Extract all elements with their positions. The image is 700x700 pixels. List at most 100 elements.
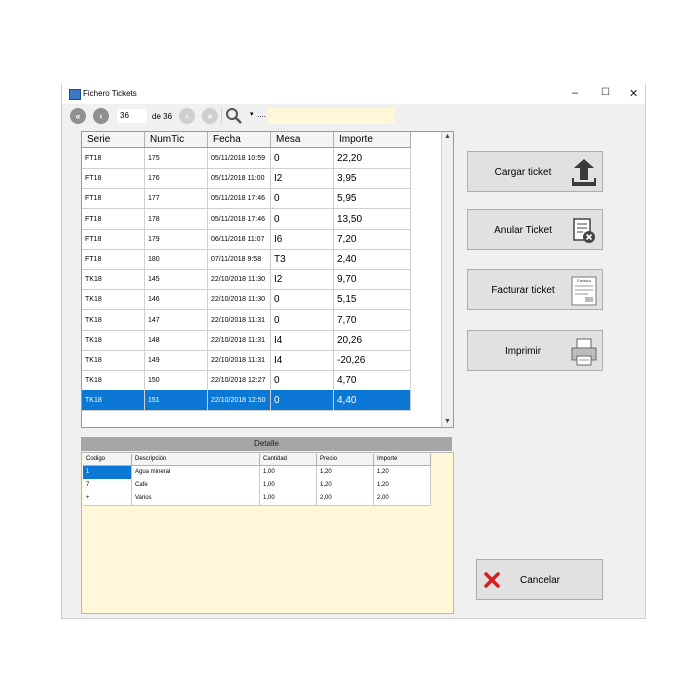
table-row[interactable]: TK18 148 22/10/2018 11:31 I4 20,26 [82, 329, 411, 351]
cell-numtic[interactable]: 147 [145, 309, 208, 330]
table-row[interactable]: FT18 176 05/11/2018 11:00 I2 3,95 [82, 168, 411, 190]
cell-fecha[interactable]: 05/11/2018 11:00 [208, 168, 271, 189]
load-ticket-button[interactable]: Cargar ticket [467, 151, 603, 192]
cell-importe[interactable]: 9,70 [334, 269, 411, 290]
cell-serie[interactable]: TK18 [82, 289, 145, 310]
cell-fecha[interactable]: 22/10/2018 11:30 [208, 269, 271, 290]
detail-cell-descripcion[interactable]: Varios [132, 492, 260, 505]
cell-mesa[interactable]: I4 [271, 350, 334, 370]
cell-importe[interactable]: 4,40 [334, 390, 411, 411]
table-row[interactable]: TK18 150 22/10/2018 12:27 0 4,70 [82, 370, 411, 392]
cell-importe[interactable]: 7,20 [334, 228, 411, 249]
scroll-thumb[interactable] [444, 144, 451, 314]
tickets-grid[interactable]: Serie NumTic Fecha Mesa Importe FT18 175 0… [81, 131, 454, 428]
cell-numtic[interactable]: 149 [145, 350, 208, 370]
scroll-down-icon[interactable]: ▼ [442, 417, 453, 427]
detail-cell-precio[interactable]: 2,00 [317, 492, 374, 505]
cell-mesa[interactable]: I2 [271, 168, 334, 189]
detail-column-precio[interactable]: Precio [317, 454, 374, 465]
cell-serie[interactable]: TK18 [82, 269, 145, 290]
detail-cell-descripcion[interactable]: Agua mineral [132, 466, 260, 479]
cell-importe[interactable]: 7,70 [334, 309, 411, 330]
cell-serie[interactable]: FT18 [82, 249, 145, 269]
detail-cell-precio[interactable]: 1,20 [317, 479, 374, 492]
column-header-importe[interactable]: Importe [334, 132, 411, 147]
cell-serie[interactable]: FT18 [82, 228, 145, 249]
cell-importe[interactable]: 5,95 [334, 188, 411, 209]
next-page-icon[interactable]: › [179, 108, 195, 124]
cell-numtic[interactable]: 175 [145, 148, 208, 168]
cell-fecha[interactable]: 05/11/2018 17:46 [208, 208, 271, 229]
table-row[interactable]: FT18 175 05/11/2018 10:59 0 22,20 [82, 148, 411, 169]
search-icon[interactable] [225, 107, 243, 125]
cell-mesa[interactable]: 0 [271, 370, 334, 391]
detail-cell-codigo[interactable]: 1 [83, 466, 132, 479]
cell-mesa[interactable]: 0 [271, 390, 334, 411]
cell-fecha[interactable]: 22/10/2018 12:27 [208, 370, 271, 391]
cancel-button[interactable]: Cancelar [476, 559, 603, 600]
detail-cell-cantidad[interactable]: 1,00 [260, 466, 317, 479]
table-row[interactable]: FT18 178 05/11/2018 17:46 0 13,50 [82, 208, 411, 230]
table-row[interactable]: TK18 146 22/10/2018 11:30 0 5,15 [82, 289, 411, 311]
cell-serie[interactable]: FT18 [82, 168, 145, 189]
cancel-ticket-button[interactable]: Anular Ticket [467, 209, 603, 250]
cell-serie[interactable]: FT18 [82, 188, 145, 209]
cell-fecha[interactable]: 22/10/2018 11:31 [208, 329, 271, 350]
close-window-button[interactable]: ✕ [629, 87, 638, 100]
cell-numtic[interactable]: 151 [145, 390, 208, 411]
cell-mesa[interactable]: 0 [271, 289, 334, 310]
cell-mesa[interactable]: I6 [271, 228, 334, 249]
cell-fecha[interactable]: 05/11/2018 10:59 [208, 148, 271, 168]
column-header-numtic[interactable]: NumTic [145, 132, 208, 147]
detail-cell-descripcion[interactable]: Cafe [132, 479, 260, 492]
cell-fecha[interactable]: 22/10/2018 11:30 [208, 289, 271, 310]
grid-scrollbar[interactable]: ▲ ▼ [441, 132, 453, 427]
cell-mesa[interactable]: T3 [271, 249, 334, 269]
cell-mesa[interactable]: 0 [271, 208, 334, 229]
invoice-ticket-button[interactable]: Facturar ticket Factura [467, 269, 603, 310]
detail-row[interactable]: 1 Agua mineral 1,00 1,20 1,20 [83, 466, 431, 480]
cell-serie[interactable]: TK18 [82, 370, 145, 391]
cell-fecha[interactable]: 07/11/2018 9:58 [208, 249, 271, 269]
cell-fecha[interactable]: 22/10/2018 11:31 [208, 350, 271, 370]
previous-page-icon[interactable]: ‹ [93, 108, 109, 124]
cell-fecha[interactable]: 05/11/2018 17:46 [208, 188, 271, 209]
cell-mesa[interactable]: 0 [271, 309, 334, 330]
last-page-icon[interactable]: » [202, 108, 218, 124]
cell-importe[interactable]: 13,50 [334, 208, 411, 229]
table-row[interactable]: TK18 149 22/10/2018 11:31 I4 -20,26 [82, 350, 411, 371]
table-row[interactable]: TK18 147 22/10/2018 11:31 0 7,70 [82, 309, 411, 331]
table-row[interactable]: TK18 145 22/10/2018 11:30 I2 9,70 [82, 269, 411, 291]
scroll-up-icon[interactable]: ▲ [442, 132, 453, 142]
search-dropdown-icon[interactable]: ▾ [250, 110, 254, 118]
minimize-button[interactable]: – [572, 87, 578, 99]
detail-grid[interactable]: Codigo Descripción Cantidad Precio Impor… [81, 452, 454, 614]
cell-importe[interactable]: 22,20 [334, 148, 411, 168]
cell-serie[interactable]: TK18 [82, 309, 145, 330]
cell-mesa[interactable]: 0 [271, 188, 334, 209]
cell-mesa[interactable]: I2 [271, 269, 334, 290]
table-row[interactable]: FT18 180 07/11/2018 9:58 T3 2,40 [82, 249, 411, 270]
cell-numtic[interactable]: 150 [145, 370, 208, 391]
search-input[interactable] [268, 108, 395, 124]
cell-importe[interactable]: 20,26 [334, 329, 411, 350]
cell-importe[interactable]: -20,26 [334, 350, 411, 370]
cell-importe[interactable]: 5,15 [334, 289, 411, 310]
detail-cell-codigo[interactable]: 7 [83, 479, 132, 492]
column-header-fecha[interactable]: Fecha [208, 132, 271, 147]
cell-importe[interactable]: 2,40 [334, 249, 411, 269]
cell-importe[interactable]: 3,95 [334, 168, 411, 189]
column-header-serie[interactable]: Serie [82, 132, 145, 147]
detail-cell-cantidad[interactable]: 1,00 [260, 492, 317, 505]
detail-cell-importe[interactable]: 1,20 [374, 479, 431, 492]
cell-numtic[interactable]: 180 [145, 249, 208, 269]
cell-numtic[interactable]: 179 [145, 228, 208, 249]
search-options[interactable]: .... [257, 110, 266, 119]
cell-numtic[interactable]: 145 [145, 269, 208, 290]
detail-column-cantidad[interactable]: Cantidad [260, 454, 317, 465]
detail-column-importe[interactable]: Importe [374, 454, 431, 465]
detail-row[interactable]: + Varios 1,00 2,00 2,00 [83, 492, 431, 506]
cell-fecha[interactable]: 06/11/2018 11:07 [208, 228, 271, 249]
column-header-mesa[interactable]: Mesa [271, 132, 334, 147]
cell-fecha[interactable]: 22/10/2018 11:31 [208, 309, 271, 330]
